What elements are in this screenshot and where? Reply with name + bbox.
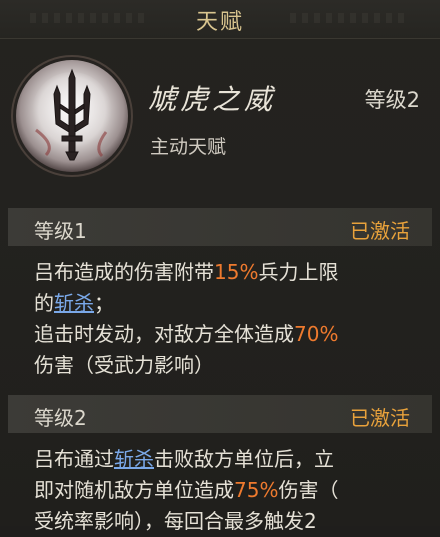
damage-value: 70% [294,322,339,346]
header-ornament-right [290,13,410,23]
status-badge: 已激活 [350,219,410,243]
desc-text: 的 [34,291,54,315]
desc-text: 受统率影响），每回合最多触发2 [34,509,317,533]
keyword-link-execute[interactable]: 斩杀 [54,291,94,315]
keyword-link-execute[interactable]: 斩杀 [114,447,154,471]
desc-text: 即对随机敌方单位造成 [34,478,234,502]
level-1-description: 吕布造成的伤害附带15%兵力上限 的斩杀； 追击时发动，对敌方全体造成70% 伤… [34,257,424,381]
desc-text: 伤害（受武力影响） [34,353,214,377]
skill-level: 等级2 [364,88,420,112]
trident-emblem-icon [16,60,128,172]
desc-line: 受统率影响），每回合最多触发2 [34,506,424,537]
desc-line: 吕布通过斩杀击败敌方单位后，立 [34,444,424,475]
desc-text: 击败敌方单位后，立 [154,447,334,471]
desc-line: 即对随机敌方单位造成75%伤害（ [34,475,424,506]
desc-text: 追击时发动，对敌方全体造成 [34,322,294,346]
desc-text: 吕布通过 [34,447,114,471]
level-label: 等级1 [34,219,87,243]
desc-text: ； [94,291,114,315]
level-2-description: 吕布通过斩杀击败敌方单位后，立 即对随机敌方单位造成75%伤害（ 受统率影响），… [34,444,424,537]
talent-panel: 天赋 虓虎之威 等级2 主动天赋 等级1 已激活 吕布造成的伤害附带15%兵力上… [0,0,440,533]
desc-line: 吕布造成的伤害附带15%兵力上限 [34,257,424,288]
damage-value: 15% [214,260,259,284]
level-2-header: 等级2 已激活 [8,395,432,433]
desc-line: 追击时发动，对敌方全体造成70% [34,319,424,350]
level-1-header: 等级1 已激活 [8,208,432,246]
desc-text: 兵力上限 [258,260,339,284]
desc-text: 伤害（ [278,478,339,502]
damage-value: 75% [234,478,279,502]
desc-text: 吕布造成的伤害附带 [34,260,214,284]
skill-type: 主动天赋 [150,136,227,158]
desc-line: 伤害（受武力影响） [34,350,424,381]
skill-name: 虓虎之威 [148,83,277,116]
panel-header: 天赋 [0,0,440,39]
level-label: 等级2 [34,406,87,430]
status-badge: 已激活 [350,406,410,430]
desc-line: 的斩杀； [34,288,424,319]
